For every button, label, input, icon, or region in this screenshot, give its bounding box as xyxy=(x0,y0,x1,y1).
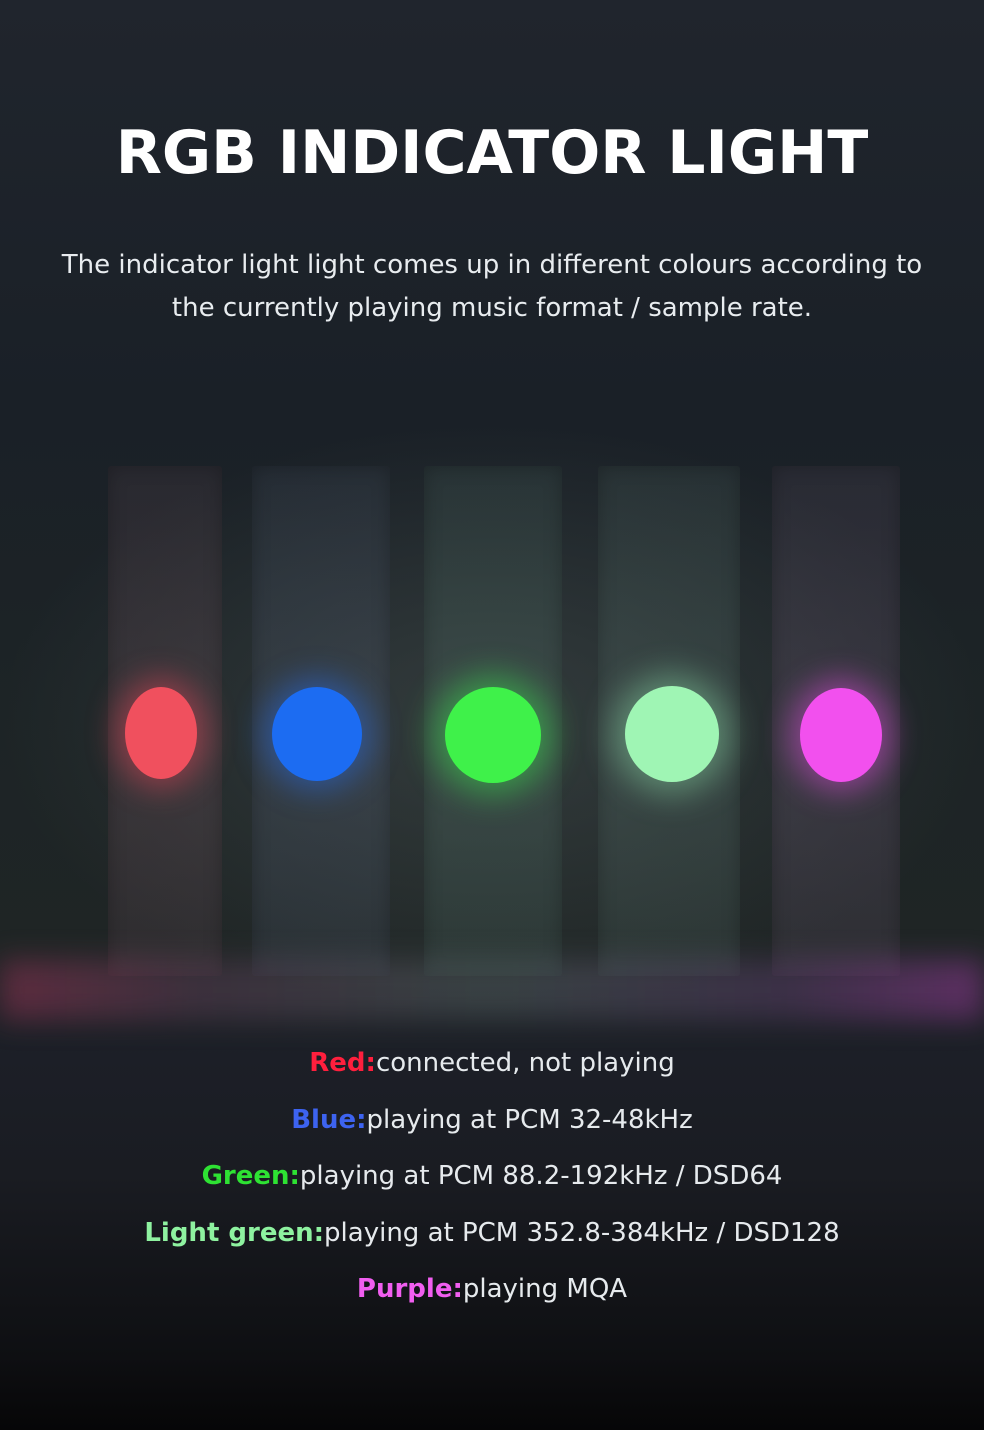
legend-description: playing at PCM 352.8-384kHz / DSD128 xyxy=(324,1217,840,1248)
blue-light-icon xyxy=(272,687,362,781)
legend-key: Light green: xyxy=(144,1217,325,1248)
legend-key: Green: xyxy=(201,1161,300,1191)
legend-item-purple: Purple:playing MQA xyxy=(0,1266,984,1323)
legend-description: playing at PCM 32-48kHz xyxy=(366,1104,693,1135)
legend-key: Blue: xyxy=(291,1104,367,1135)
legend-key: Purple: xyxy=(356,1274,463,1304)
color-legend: Red:connected, not playing Blue:playing … xyxy=(0,1040,984,1323)
legend-item-red: Red:connected, not playing xyxy=(0,1040,984,1097)
legend-description: playing at PCM 88.2-192kHz / DSD64 xyxy=(299,1161,783,1191)
legend-item-blue: Blue:playing at PCM 32-48kHz xyxy=(0,1097,984,1154)
red-light-icon xyxy=(125,687,197,779)
green-light-icon xyxy=(445,687,541,783)
legend-item-green: Green:playing at PCM 88.2-192kHz / DSD64 xyxy=(0,1153,984,1210)
legend-key: Red: xyxy=(309,1048,376,1078)
light-green-light-icon xyxy=(625,686,719,782)
legend-description: connected, not playing xyxy=(375,1048,675,1078)
legend-item-light-green: Light green:playing at PCM 352.8-384kHz … xyxy=(0,1210,984,1267)
purple-light-icon xyxy=(800,688,882,782)
legend-description: playing MQA xyxy=(462,1274,628,1304)
floor-glow xyxy=(0,960,984,1020)
